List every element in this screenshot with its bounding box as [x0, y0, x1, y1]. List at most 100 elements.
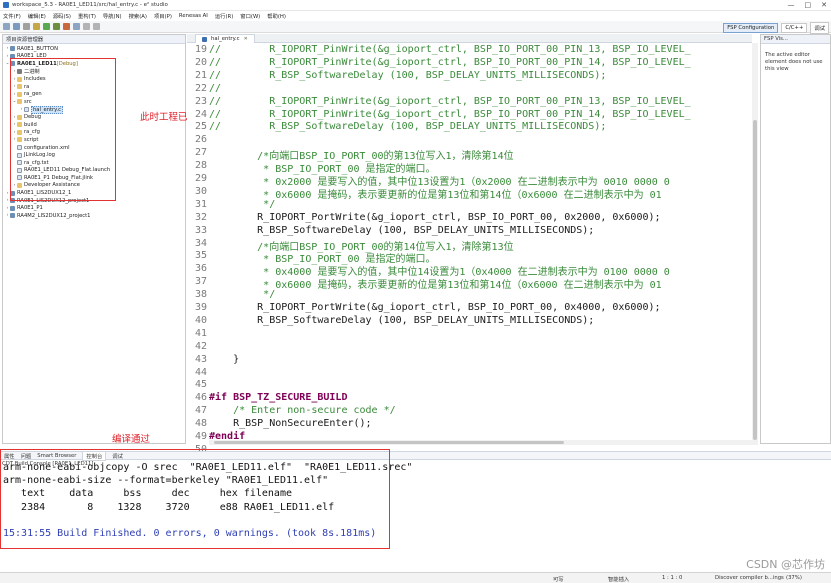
line-number: 36: [194, 263, 207, 275]
line-number: 42: [194, 340, 207, 352]
fsp-visualization-header: FSP Vis...: [761, 35, 830, 44]
line-number: 47: [194, 405, 207, 417]
menu-item-10[interactable]: 帮助(H): [267, 12, 286, 20]
line-number: 46: [194, 392, 207, 404]
build-hammer-icon[interactable]: [33, 23, 40, 30]
fsp-visualization-panel: FSP Vis... The active editor element doe…: [760, 34, 831, 444]
title-bar: workspace_5.3 - RA0E1_LED11/src/hal_entr…: [0, 0, 831, 11]
line-number: 29: [194, 173, 207, 184]
fsp-visualization-title[interactable]: FSP Vis...: [764, 36, 788, 42]
line-number: 31: [194, 198, 207, 210]
code-line: // R_IOPORT_PinWrite(&g_ioport_ctrl, BSP…: [209, 108, 691, 120]
editor-tab-bar: [187, 34, 752, 43]
line-number: 34: [194, 237, 207, 249]
status-bar: 可写 智能插入 1 : 1 : 0 Discover compiler b...…: [0, 572, 831, 583]
perspective-fsp-configuration[interactable]: FSP Configuration: [723, 23, 779, 33]
project-icon: [10, 213, 15, 219]
line-number: 38: [194, 289, 207, 301]
save-icon[interactable]: [13, 23, 20, 30]
menu-item-8[interactable]: 运行(R): [215, 12, 233, 20]
run-icon[interactable]: [43, 23, 50, 30]
menu-item-7[interactable]: Renesas AI: [179, 13, 208, 19]
editor-tab-label: hal_entry.c: [211, 36, 240, 42]
perspective-debug[interactable]: 调试: [810, 22, 829, 34]
code-line: // R_BSP_SoftwareDelay (100, BSP_DELAY_U…: [209, 121, 607, 133]
menu-item-4[interactable]: 导航(N): [103, 12, 122, 20]
fsp-visualization-message: The active editor element does not use t…: [765, 52, 823, 72]
maximize-button[interactable]: □: [805, 1, 812, 9]
code-line: R_BSP_SoftwareDelay (100, BSP_DELAY_UNIT…: [209, 314, 595, 326]
close-button[interactable]: ✕: [821, 1, 827, 9]
menu-bar: 文件(F) 编辑(E) 源码(S) 重构(T) 导航(N) 搜索(A) 项目(P) Renes…: [0, 11, 831, 21]
project-explorer-header: 项目资源管理器: [3, 35, 185, 44]
editor-tab-hal-entry[interactable]: hal_entry.c ✕: [195, 34, 255, 43]
code-line: R_IOPORT_PortWrite(&g_ioport_ctrl, BSP_I…: [209, 302, 661, 313]
line-number: 45: [194, 379, 207, 391]
code-line: /* Enter non-secure code */: [209, 405, 396, 417]
menu-item-1[interactable]: 编辑(E): [28, 12, 46, 20]
editor-vertical-scroll-thumb[interactable]: [753, 120, 757, 440]
line-number: 32: [194, 211, 207, 223]
project-explorer-title: 项目资源管理器: [6, 37, 44, 43]
line-number: 27: [194, 147, 207, 159]
search-icon[interactable]: [73, 23, 80, 30]
annotation-build: 编译通过: [112, 434, 151, 445]
line-number: 22: [194, 82, 207, 94]
code-line: * 0x6000 是掩码，表示要更新的位是第13位和第14位（0x6000 在二…: [209, 280, 662, 292]
highlight-box-build: [0, 449, 390, 549]
editor-horizontal-scroll-thumb[interactable]: [214, 441, 564, 444]
code-line: //: [209, 82, 222, 94]
line-number: 20: [194, 56, 207, 68]
code-line: */: [209, 198, 276, 210]
code-line: R_IOPORT_PortWrite(&g_ioport_ctrl, BSP_I…: [209, 211, 661, 223]
tree-item[interactable]: › RA0E1_BUTTON: [3, 45, 185, 53]
line-number: 37: [194, 276, 207, 288]
menu-item-9[interactable]: 窗口(W): [240, 12, 260, 20]
external-tools-icon[interactable]: [63, 23, 70, 30]
line-number: 43: [194, 353, 207, 365]
code-line: // R_IOPORT_PinWrite(&g_ioport_ctrl, BSP…: [209, 44, 691, 55]
menu-item-0[interactable]: 文件(F): [3, 12, 21, 20]
line-number: 49: [194, 431, 207, 442]
line-number: 30: [194, 185, 207, 197]
tree-item-label: RA0E1_BUTTON: [17, 45, 58, 52]
highlight-box-project: [10, 58, 116, 201]
tree-item-label: RA4M2_LIS2DUX12_project1: [17, 212, 91, 219]
save-all-icon[interactable]: [23, 23, 30, 30]
status-progress-text: Discover compiler b...ings: [715, 575, 784, 581]
project-icon: [10, 205, 15, 211]
code-line: R_BSP_SoftwareDelay (100, BSP_DELAY_UNIT…: [209, 224, 595, 236]
line-number: 35: [194, 250, 207, 262]
perspective-cpp[interactable]: C/C++: [781, 23, 808, 33]
code-line: // R_BSP_SoftwareDelay (100, BSP_DELAY_U…: [209, 69, 607, 81]
line-number-gutter: 19 20 21 22 23 24 25 26 27 28 29 30 31 32 33 34 35 36 37 38…: [187, 43, 209, 455]
back-icon[interactable]: [83, 23, 90, 30]
perspective-switcher: FSP Configuration C/C++ 调试: [723, 22, 829, 34]
line-number: 48: [194, 418, 207, 430]
code-area[interactable]: // R_IOPORT_PinWrite(&g_ioport_ctrl, BSP…: [209, 43, 752, 445]
code-line: // R_IOPORT_PinWrite(&g_ioport_ctrl, BSP…: [209, 95, 691, 107]
tree-item-label: RA0E1_P1: [17, 205, 43, 212]
close-tab-icon[interactable]: ✕: [244, 36, 248, 42]
tree-item[interactable]: › RA4M2_LIS2DUX12_project1: [3, 212, 185, 220]
new-icon[interactable]: [3, 23, 10, 30]
tree-item[interactable]: › RA0E1_P1: [3, 204, 185, 212]
code-line: }: [209, 353, 240, 365]
project-icon: [10, 46, 15, 52]
status-insert-mode: 智能插入: [608, 577, 630, 583]
menu-item-2[interactable]: 源码(S): [53, 12, 71, 20]
code-line: R_BSP_NonSecureEnter();: [209, 418, 372, 430]
forward-icon[interactable]: [93, 23, 100, 30]
menu-item-6[interactable]: 项目(P): [154, 12, 172, 20]
code-line: */: [209, 289, 276, 301]
menu-item-3[interactable]: 重构(T): [78, 12, 96, 20]
debug-icon[interactable]: [53, 23, 60, 30]
line-number: 39: [194, 302, 207, 313]
toolbar: [0, 21, 831, 33]
line-number: 40: [194, 314, 207, 326]
line-number: 23: [194, 95, 207, 107]
line-number: 41: [194, 327, 207, 339]
c-file-icon: [202, 36, 207, 42]
menu-item-5[interactable]: 搜索(A): [129, 12, 147, 20]
minimize-button[interactable]: —: [788, 1, 795, 9]
